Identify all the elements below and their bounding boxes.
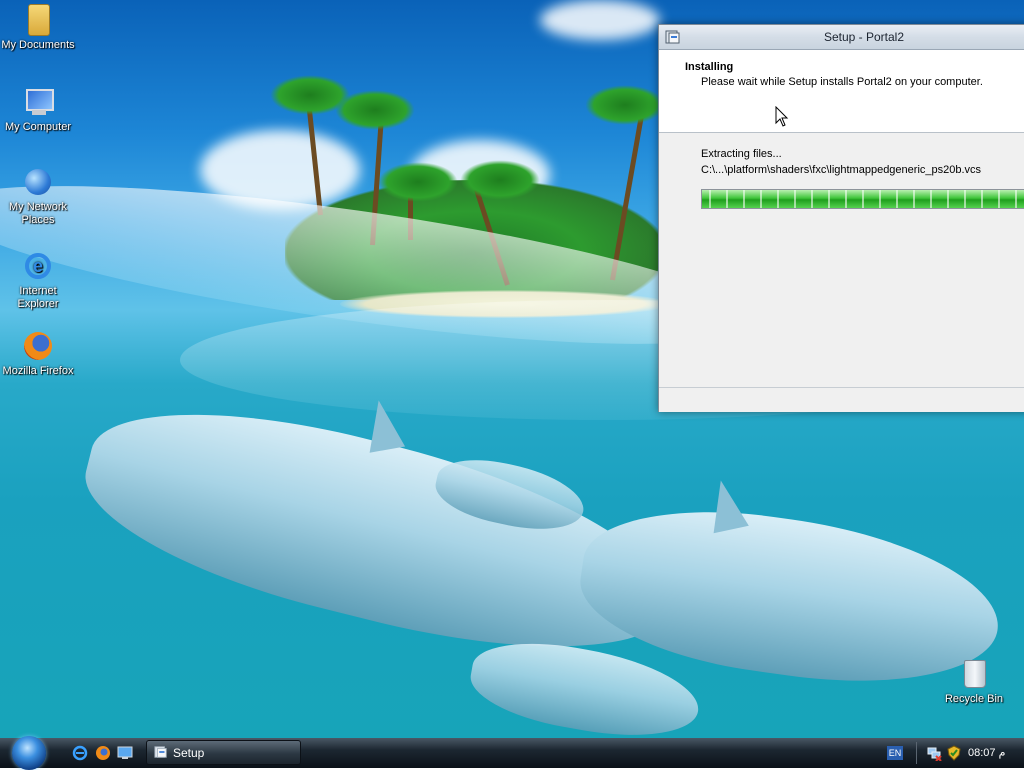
desktop-icon-my-documents[interactable]: My Documents [0, 4, 76, 52]
palm-leaves [378, 162, 458, 202]
security-shield-tray-icon[interactable] [946, 745, 962, 761]
desktop-icon-recycle-bin[interactable]: Recycle Bin [936, 658, 1012, 706]
wizard-header: Installing Please wait while Setup insta… [659, 50, 1024, 133]
setup-app-icon [154, 746, 167, 758]
desktop-icon-label: My Computer [4, 121, 72, 133]
palm-leaves [585, 85, 665, 125]
palm-leaves [335, 90, 415, 130]
desktop-icon-label: My Documents [1, 39, 75, 51]
desktop-icon-my-computer[interactable]: My Computer [0, 86, 76, 134]
firefox-icon [22, 330, 54, 362]
folder-icon [22, 4, 54, 36]
wizard-footer [659, 388, 1024, 412]
show-desktop-icon[interactable] [117, 745, 133, 761]
install-progress-bar [701, 189, 1024, 209]
wallpaper-cloud [540, 0, 660, 40]
desktop-icon-label: Recycle Bin [944, 693, 1004, 705]
desktop-icon-mozilla-firefox[interactable]: Mozilla Firefox [0, 330, 76, 378]
wizard-body: Extracting files... C:\...\platform\shad… [659, 133, 1024, 388]
network-globe-icon [22, 166, 54, 198]
desktop-icon-label: Mozilla Firefox [2, 365, 74, 377]
internet-explorer-icon: e [22, 250, 54, 282]
current-file-path: C:\...\platform\shaders\fxc\lightmappedg… [701, 164, 982, 176]
desktop-icon-internet-explorer[interactable]: e Internet Explorer [0, 250, 76, 311]
wizard-header-title: Installing [685, 61, 734, 73]
tray-divider [916, 742, 917, 764]
taskbar-button-setup[interactable]: Setup [146, 740, 301, 765]
desktop-icon-label: My Network Places [8, 201, 68, 226]
network-tray-icon[interactable] [926, 745, 942, 761]
language-indicator[interactable]: EN [887, 746, 903, 760]
taskbar-button-label: Setup [173, 746, 205, 760]
recycle-bin-icon [958, 658, 990, 690]
quicklaunch-ie-icon[interactable] [72, 745, 88, 761]
computer-icon [22, 86, 54, 118]
progress-bar-fill [702, 190, 1024, 208]
window-titlebar[interactable]: Setup - Portal2 [659, 25, 1024, 50]
desktop-icon-my-network-places[interactable]: My Network Places [0, 166, 76, 227]
install-status-text: Extracting files... [701, 148, 782, 160]
taskbar-clock[interactable]: 08:07 م [968, 746, 1005, 759]
start-button[interactable] [12, 736, 46, 770]
window-title: Setup - Portal2 [823, 30, 905, 44]
taskbar: Setup EN 08:07 م [0, 736, 1024, 770]
quicklaunch-firefox-icon[interactable] [95, 745, 111, 761]
desktop-wallpaper: My Documents My Computer My Network Plac… [0, 0, 1024, 738]
setup-window[interactable]: Setup - Portal2 Installing Please wait w… [658, 24, 1024, 412]
desktop-icon-label: Internet Explorer [17, 285, 59, 310]
wizard-header-subtitle: Please wait while Setup installs Portal2… [701, 76, 983, 88]
palm-leaves [460, 160, 540, 200]
